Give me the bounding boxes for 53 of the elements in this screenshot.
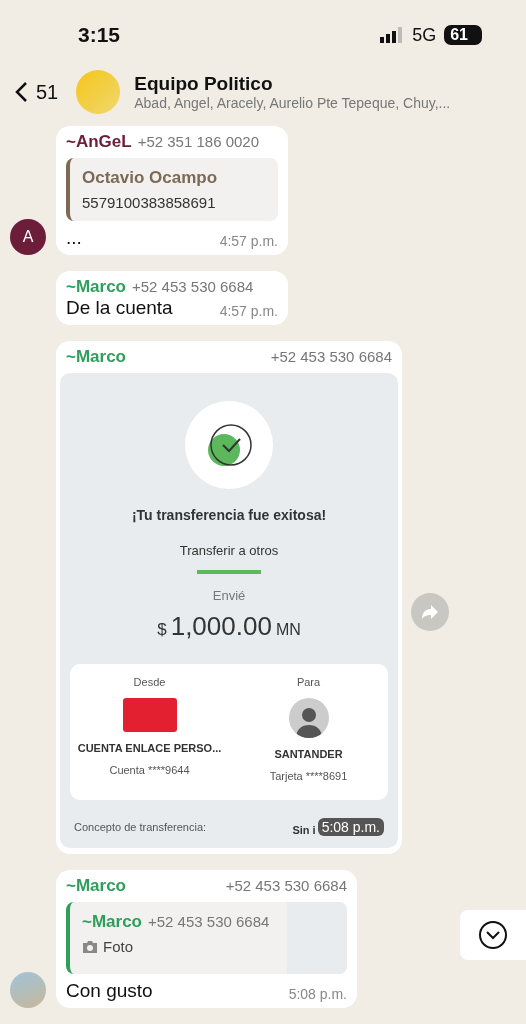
message-time: 5:08 p.m. [288,986,347,1002]
quoted-name: Octavio Ocampo [82,168,219,188]
forward-icon [421,604,439,620]
avatar-photo[interactable] [10,972,46,1008]
network-type: 5G [412,24,437,46]
avatar[interactable]: A [10,219,46,255]
group-avatar[interactable] [76,70,121,114]
message-time: 5:08 p.m. [317,818,384,836]
message-text: ... [66,227,82,249]
quoted-number: 5579100383858691 [82,194,217,211]
concept-value: Sin i [292,824,316,836]
receipt-screenshot[interactable]: ¡Tu transferencia fue exitosa! Transferir a otros Envié $1,000.00 MN Desde CUENTA ENLACE PERSO... Cuenta ****9644 Para SANTANDER Tarjeta ****8691 Concepto de transferencia: Sin i 5:08 p.m. [60,373,398,848]
to-card-number: Tarjeta ****8691 [269,770,348,782]
transfer-type: Transferir a otros [179,543,279,558]
quoted-sender: ~Marco [82,912,142,932]
to-label: Para [296,676,321,688]
progress-underline [197,570,261,574]
unread-count[interactable]: 51 [36,80,59,104]
back-icon[interactable] [14,81,28,103]
currency-symbol: $ [157,620,167,640]
status-time: 3:15 [78,23,121,47]
quoted-contact[interactable]: Octavio Ocampo 5579100383858691 [66,158,278,221]
from-account-name: CUENTA ENLACE PERSO... [77,742,222,754]
scroll-down-button[interactable] [460,910,526,960]
sender-phone: +52 351 186 0020 [137,133,260,150]
message-text: De la cuenta [66,297,173,319]
amount: 1,000.00 [170,611,272,642]
person-icon [288,698,329,738]
message-time: 4:57 p.m. [219,233,278,249]
to-bank-name: SANTANDER [274,748,343,760]
group-members: Abad, Angel, Aracely, Aurelio Pte Tepeque, Chuy,... [134,95,451,111]
sender-name[interactable]: ~AnGeL [66,132,132,152]
forward-button[interactable] [411,593,449,631]
bank-card-drawing [122,698,177,732]
chevron-down-icon [478,920,508,950]
concept-label: Concepto de transferencia: [74,821,207,833]
signal-icon [380,27,405,43]
sender-phone: +52 453 530 6684 [225,877,347,894]
success-headline: ¡Tu transferencia fue exitosa! [131,507,327,523]
currency-code: MN [275,621,301,639]
sent-label: Envié [212,588,246,603]
sender-phone: +52 453 530 6684 [132,278,254,295]
message-text: Con gusto [66,980,153,1002]
sender-phone: +52 453 530 6684 [270,348,392,365]
battery-level: 61 [444,25,482,45]
camera-icon [82,939,98,954]
photo-label: Foto [103,938,133,955]
message-time: 4:57 p.m. [219,303,278,319]
quoted-message[interactable]: ~Marco +52 453 530 6684 Foto [66,902,347,974]
from-account-number: Cuenta ****9644 [109,764,190,776]
from-label: Desde [133,676,166,688]
group-title[interactable]: Equipo Politico [134,73,451,95]
quoted-phone: +52 453 530 6684 [148,913,270,930]
